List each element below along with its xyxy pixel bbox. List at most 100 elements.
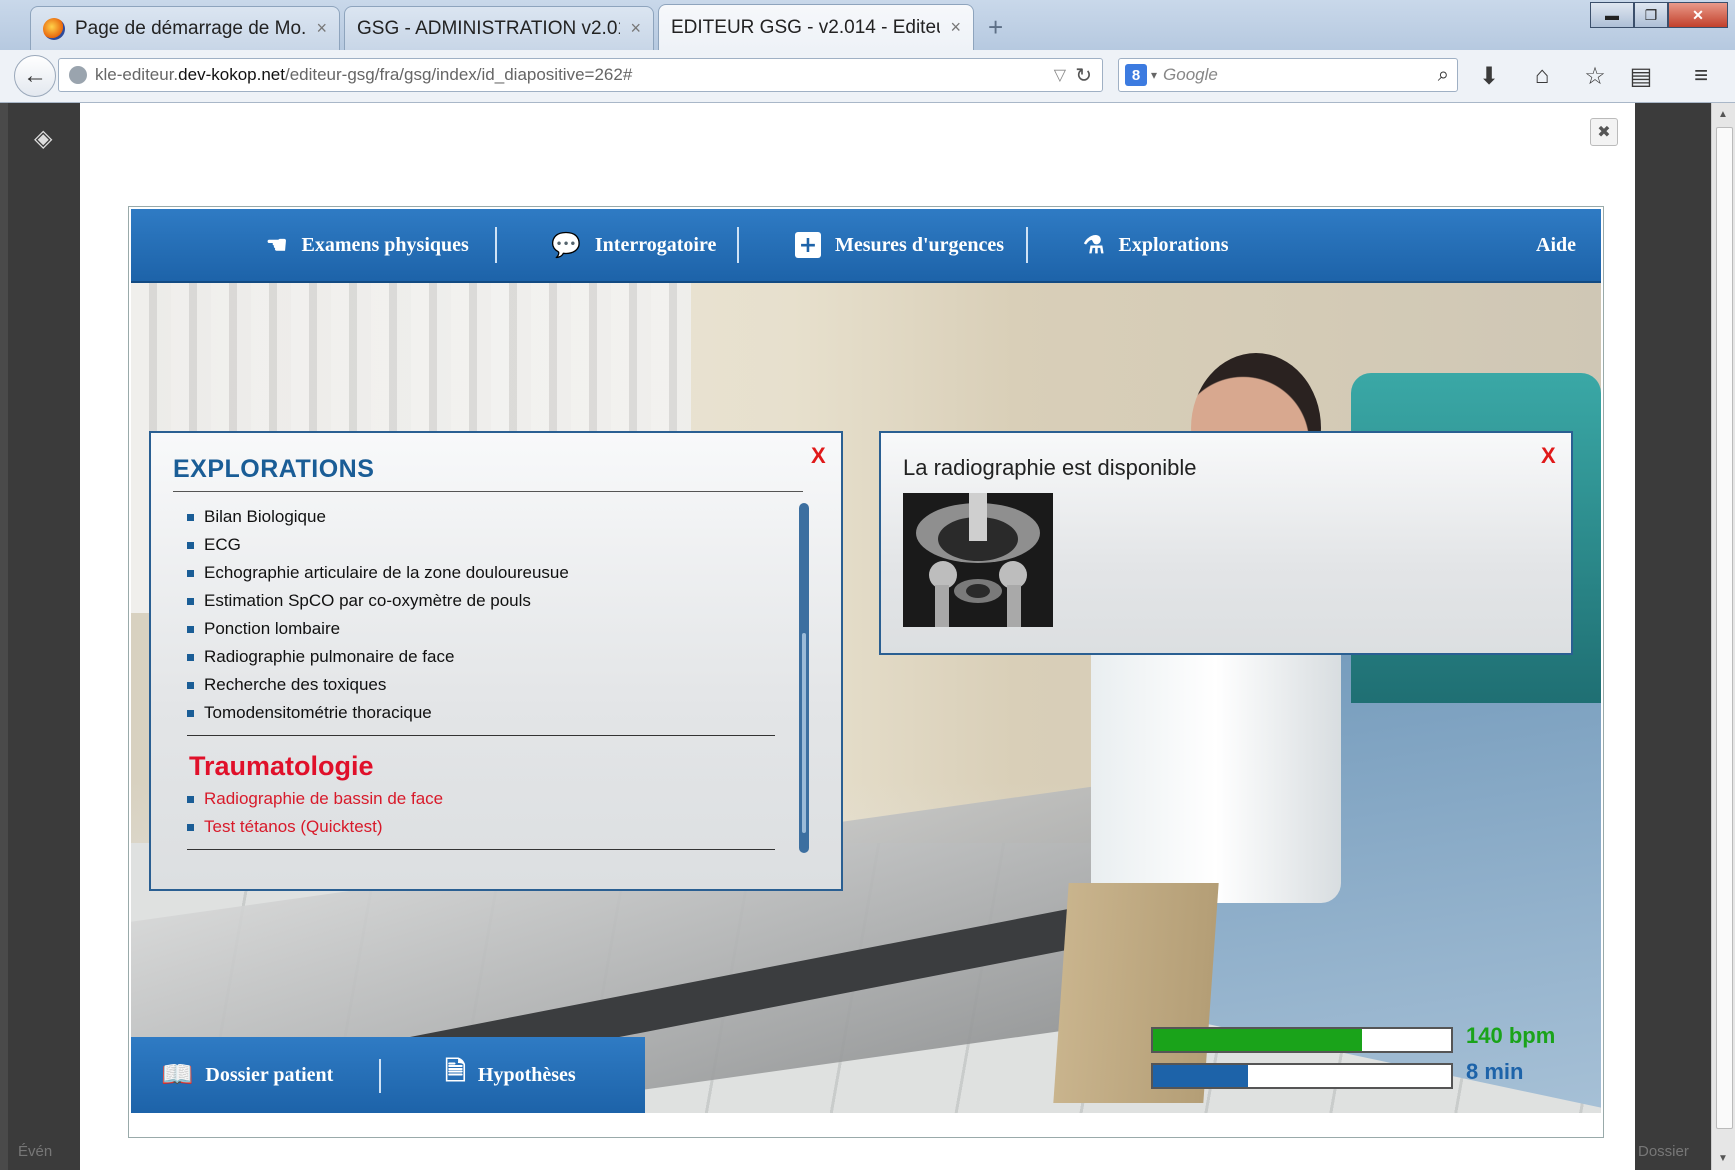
xray-thumbnail[interactable] — [903, 493, 1053, 627]
list-item[interactable]: Radiographie pulmonaire de face — [187, 643, 787, 671]
item-label: Tomodensitométrie thoracique — [204, 703, 432, 722]
item-label: Ponction lombaire — [204, 619, 341, 638]
bookmark-star-icon[interactable]: ☆ — [1580, 62, 1610, 91]
item-label: Radiographie pulmonaire de face — [204, 647, 455, 666]
explorations-close-button[interactable]: X — [811, 443, 826, 469]
nav-separator — [379, 1059, 381, 1093]
divider — [187, 735, 775, 736]
minimize-button[interactable]: ▬ — [1590, 2, 1634, 28]
nav-explorations[interactable]: ⚗ Explorations — [1083, 209, 1229, 281]
hypotheses-button[interactable]: 🗎 Hypothèses — [445, 1037, 576, 1113]
menu-icon[interactable]: ≡ — [1686, 62, 1716, 90]
explorations-title: EXPLORATIONS — [173, 455, 375, 483]
google-engine-icon[interactable]: 8 — [1125, 64, 1147, 86]
nav-separator — [495, 227, 497, 263]
document-icon: 🗎 — [445, 1057, 466, 1086]
list-item[interactable]: Estimation SpCO par co-oxymètre de pouls — [187, 587, 787, 615]
item-label: Recherche des toxiques — [204, 675, 387, 694]
bullet — [187, 513, 194, 521]
panel-scrollbar-thumb[interactable] — [802, 633, 806, 833]
maximize-button[interactable]: ❐ — [1634, 2, 1668, 28]
scroll-up-icon[interactable]: ▲ — [1718, 109, 1728, 120]
faded-dossier-label: Dossier — [1638, 1143, 1689, 1160]
history-dropdown-icon[interactable]: ▽ — [1054, 65, 1066, 85]
heart-rate-fill — [1153, 1029, 1362, 1051]
url-host: dev-kokop.net — [178, 65, 285, 84]
home-icon[interactable]: ⌂ — [1527, 62, 1557, 90]
tab-editeur[interactable]: EDITEUR GSG - v2.014 - Editeur ... × — [658, 4, 974, 50]
page-scrollbar[interactable]: ▲ ▼ — [1711, 103, 1735, 1170]
bullet — [187, 823, 194, 831]
result-message: La radiographie est disponible — [903, 455, 1197, 480]
search-bar[interactable]: 8 ▾ Google ⌕ — [1118, 58, 1458, 92]
scrollbar-thumb[interactable] — [1716, 127, 1733, 1129]
heart-rate-meter — [1151, 1027, 1453, 1053]
list-item[interactable]: Ponction lombaire — [187, 615, 787, 643]
list-item[interactable]: Test tétanos (Quicktest) — [187, 813, 787, 841]
firefox-icon — [43, 17, 65, 40]
download-icon[interactable]: ⬇ — [1474, 62, 1504, 91]
bullet — [187, 541, 194, 549]
tab-label: EDITEUR GSG - v2.014 - Editeur ... — [671, 16, 940, 38]
bullet — [187, 569, 194, 577]
back-button[interactable]: ← — [14, 55, 56, 97]
item-label: Radiographie de bassin de face — [204, 789, 444, 808]
list-item[interactable]: ECG — [187, 531, 787, 559]
result-panel: La radiographie est disponible X — [879, 431, 1573, 655]
reload-icon[interactable]: ↻ — [1075, 63, 1092, 88]
back-arrow-icon: ← — [23, 62, 47, 89]
nav-separator — [1026, 227, 1028, 263]
new-tab-button[interactable]: + — [988, 12, 1003, 43]
result-close-button[interactable]: X — [1541, 443, 1556, 469]
nav-interrogatoire[interactable]: 💬 Interrogatoire — [551, 209, 716, 281]
time-label: 8 min — [1466, 1059, 1524, 1084]
tab-close-icon[interactable]: × — [316, 18, 327, 39]
hand-icon: ☚ — [266, 232, 288, 259]
page-left-panel — [8, 103, 80, 1170]
engine-dropdown-icon[interactable]: ▾ — [1151, 68, 1157, 82]
dossier-patient-button[interactable]: 📖 Dossier patient — [161, 1037, 333, 1113]
traumatologie-title: Traumatologie — [189, 751, 374, 781]
nav-aide[interactable]: Aide — [1536, 209, 1576, 281]
bullet — [187, 653, 194, 661]
layers-icon[interactable]: ◈ — [34, 124, 52, 153]
window-close-button[interactable]: ✕ — [1668, 2, 1728, 28]
bottom-nav: 📖 Dossier patient 🗎 Hypothèses — [131, 1037, 645, 1113]
tab-start-page[interactable]: Page de démarrage de Mo... × — [30, 6, 340, 50]
search-icon[interactable]: ⌕ — [1438, 64, 1449, 87]
explorations-panel: EXPLORATIONS X Bilan Biologique ECG Echo… — [149, 431, 843, 891]
time-fill — [1153, 1065, 1249, 1087]
traumatologie-list: Radiographie de bassin de face Test téta… — [187, 785, 787, 841]
tab-strip: Page de démarrage de Mo... × GSG - ADMIN… — [0, 0, 1735, 50]
list-item[interactable]: Tomodensitométrie thoracique — [187, 699, 787, 727]
item-label: Test tétanos (Quicktest) — [204, 817, 383, 836]
first-aid-cross-icon: + — [795, 232, 821, 258]
bullet — [187, 597, 194, 605]
list-item[interactable]: Echographie articulaire de la zone doulo… — [187, 559, 787, 587]
nav-label: Interrogatoire — [594, 233, 717, 256]
list-item[interactable]: Bilan Biologique — [187, 503, 787, 531]
tab-admin[interactable]: GSG - ADMINISTRATION v2.01... × — [344, 6, 654, 50]
heart-rate-label: 140 bpm — [1466, 1023, 1556, 1048]
tab-close-icon[interactable]: × — [950, 17, 961, 38]
bullet — [187, 625, 194, 633]
nav-mesures-urgences[interactable]: + Mesures d'urgences — [795, 209, 1004, 281]
item-label: ECG — [204, 535, 241, 554]
panel-scrollbar[interactable] — [799, 503, 809, 853]
tab-close-icon[interactable]: × — [630, 18, 641, 39]
nav-label: Explorations — [1118, 233, 1229, 256]
address-bar[interactable]: kle-editeur. dev-kokop.net/editeur-gsg/fr… — [58, 58, 1103, 92]
item-label: Estimation SpCO par co-oxymètre de pouls — [204, 591, 531, 610]
list-item[interactable]: Radiographie de bassin de face — [187, 785, 787, 813]
modal-close-button[interactable]: ✖ — [1590, 118, 1618, 146]
nav-separator — [737, 227, 739, 263]
nav-label: Hypothèses — [477, 1063, 576, 1086]
divider — [187, 849, 775, 850]
scroll-down-icon[interactable]: ▼ — [1718, 1153, 1728, 1164]
nav-label: Dossier patient — [205, 1063, 334, 1086]
url-prefix: kle-editeur. — [95, 65, 179, 84]
list-item[interactable]: Recherche des toxiques — [187, 671, 787, 699]
nav-bar: ← kle-editeur. dev-kokop.net/editeur-gsg/… — [0, 50, 1735, 103]
reader-icon[interactable]: ▤ — [1626, 62, 1656, 91]
nav-examens-physiques[interactable]: ☚ Examens physiques — [266, 209, 469, 281]
